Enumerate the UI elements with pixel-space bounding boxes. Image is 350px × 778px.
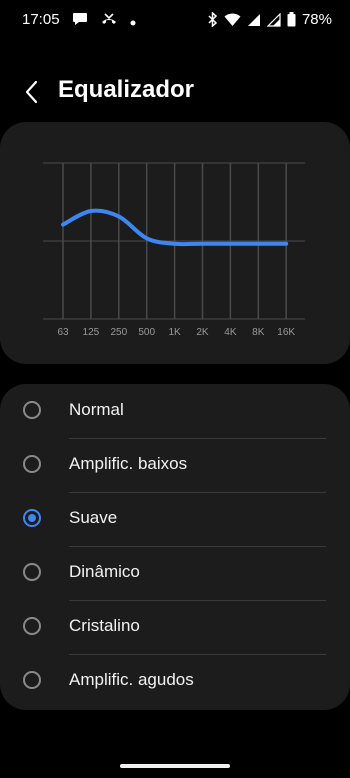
preset-item-suave[interactable]: Suave [0, 492, 350, 546]
preset-item-dinamico[interactable]: Dinâmico [0, 546, 350, 600]
preset-item-normal[interactable]: Normal [0, 384, 350, 438]
preset-label: Suave [69, 508, 118, 527]
chevron-left-icon [20, 80, 46, 110]
dot-icon [130, 13, 136, 31]
equalizer-graph: 63 125 250 500 1K 2K 4K 8K 16K [43, 162, 305, 338]
signal-icon [247, 13, 261, 27]
chat-bubble-icon [72, 12, 88, 31]
equalizer-graph-card: 63 125 250 500 1K 2K 4K 8K 16K [0, 122, 350, 364]
preset-list: Normal Amplific. baixos Suave Dinâmico C… [0, 384, 350, 710]
preset-item-amplific-agudos[interactable]: Amplific. agudos [0, 654, 350, 708]
radio-button[interactable] [23, 455, 41, 473]
radio-button[interactable] [23, 563, 41, 581]
wifi-icon [224, 13, 241, 27]
page-title: Equalizador [58, 76, 195, 103]
back-button[interactable] [20, 78, 46, 106]
eq-band-label: 125 [83, 327, 100, 338]
preset-label: Cristalino [69, 616, 140, 635]
battery-percent: 78% [301, 11, 332, 28]
radio-button[interactable] [23, 617, 41, 635]
status-time: 17:05 [22, 11, 60, 28]
eq-band-label: 16K [277, 327, 295, 338]
eq-band-label: 500 [138, 327, 155, 338]
preset-label: Amplific. agudos [69, 670, 194, 689]
preset-label: Amplific. baixos [69, 454, 188, 473]
radio-button-selected[interactable] [23, 509, 41, 527]
preset-label: Dinâmico [69, 562, 140, 581]
status-bar: 17:05 78% [0, 0, 350, 40]
radio-button[interactable] [23, 401, 41, 419]
radio-button[interactable] [23, 671, 41, 689]
eq-band-label: 63 [57, 327, 69, 338]
preset-item-cristalino[interactable]: Cristalino [0, 600, 350, 654]
eq-band-label: 250 [110, 327, 127, 338]
preset-label: Normal [69, 400, 124, 419]
eq-band-label: 2K [196, 327, 209, 338]
bluetooth-icon [208, 12, 218, 27]
preset-item-amplific-baixos[interactable]: Amplific. baixos [0, 438, 350, 492]
missed-call-icon [100, 12, 118, 31]
battery-icon [287, 12, 296, 27]
header: Equalizador [0, 70, 350, 114]
eq-band-label: 1K [168, 327, 181, 338]
home-indicator[interactable] [120, 764, 230, 768]
eq-band-label: 8K [252, 327, 265, 338]
signal-icon-2 [266, 12, 281, 27]
eq-band-label: 4K [224, 327, 237, 338]
